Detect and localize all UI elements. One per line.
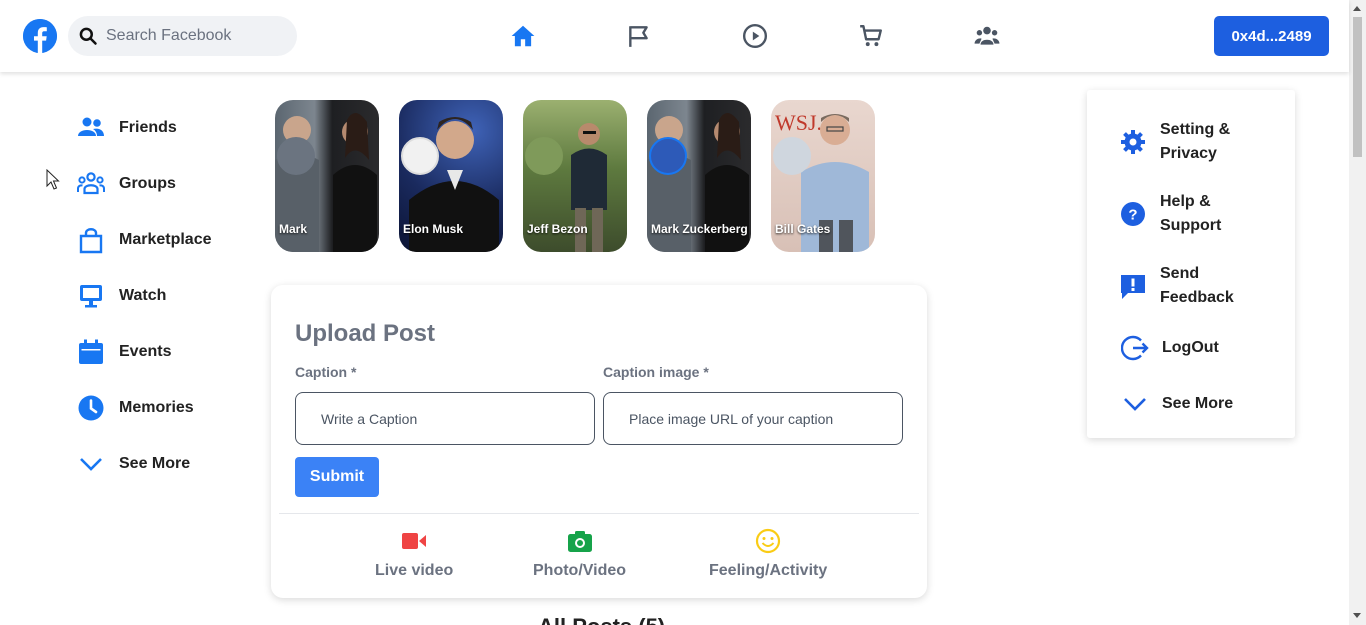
mouse-cursor-icon: [46, 169, 60, 190]
svg-text:WSJ.: WSJ.: [775, 110, 822, 135]
calendar-icon: [76, 337, 106, 367]
sidebar-item-friends[interactable]: Friends: [76, 113, 177, 143]
facebook-logo-icon[interactable]: [23, 19, 57, 53]
groups-icon[interactable]: [973, 22, 1001, 50]
upload-post-card: Upload Post Caption * Caption image * Su…: [271, 285, 927, 598]
caption-image-url-input[interactable]: [603, 392, 903, 445]
story-name: Mark: [279, 222, 308, 236]
photo-video-button[interactable]: Photo/Video: [533, 528, 626, 580]
live-video-button[interactable]: Live video: [375, 528, 453, 580]
story-avatar: [525, 137, 563, 175]
home-icon[interactable]: [509, 22, 537, 50]
search-icon: [79, 27, 97, 45]
story-name: Bill Gates: [775, 222, 831, 236]
all-posts-heading: All Posts (5): [538, 614, 665, 625]
bag-icon: [76, 225, 106, 255]
story-avatar: [773, 137, 811, 175]
menu-item-help-support[interactable]: ? Help & Support: [1118, 190, 1240, 238]
story-card[interactable]: Jeff Bezon: [523, 100, 627, 252]
clock-icon: [76, 393, 106, 423]
logout-icon: [1120, 333, 1150, 363]
sidebar-item-marketplace[interactable]: Marketplace: [76, 225, 212, 255]
menu-item-label: Setting & Privacy: [1160, 121, 1231, 162]
sidebar-item-events[interactable]: Events: [76, 337, 171, 367]
watch-play-icon[interactable]: [741, 22, 769, 50]
chevron-down-icon: [76, 449, 106, 479]
story-name: Jeff Bezon: [527, 222, 588, 236]
right-menu: Setting & Privacy ? Help & Support Send …: [1087, 90, 1295, 438]
camera-icon: [567, 531, 592, 552]
sidebar-item-see-more[interactable]: See More: [76, 449, 190, 479]
smile-icon: [756, 528, 781, 554]
submit-button[interactable]: Submit: [295, 457, 379, 497]
search-input[interactable]: [106, 27, 286, 45]
scroll-down-arrow-icon[interactable]: [1353, 613, 1361, 618]
gear-icon: [1118, 127, 1148, 157]
menu-item-setting-privacy[interactable]: Setting & Privacy: [1118, 118, 1240, 166]
sidebar-item-label: Marketplace: [119, 231, 212, 248]
menu-item-label: Help & Support: [1160, 193, 1222, 234]
story-name: Elon Musk: [403, 222, 464, 236]
feedback-icon: [1118, 271, 1148, 301]
story-card[interactable]: WSJ. Bill Gates: [771, 100, 875, 252]
sidebar-item-label: See More: [119, 455, 191, 472]
feeling-activity-button[interactable]: Feeling/Activity: [709, 528, 827, 580]
sidebar-item-memories[interactable]: Memories: [76, 393, 194, 423]
monitor-icon: [76, 281, 106, 311]
top-navigation-bar: 0x4d...2489: [0, 0, 1349, 72]
cart-icon[interactable]: [857, 22, 885, 50]
page-scrollbar[interactable]: [1349, 0, 1366, 625]
caption-input[interactable]: [295, 392, 595, 445]
sidebar-item-label: Friends: [119, 119, 177, 136]
story-card[interactable]: Elon Musk: [399, 100, 503, 252]
action-label: Photo/Video: [533, 562, 627, 579]
question-icon: ?: [1118, 199, 1148, 229]
menu-item-see-more[interactable]: See More: [1120, 389, 1242, 419]
menu-item-label: See More: [1162, 395, 1234, 412]
story-card[interactable]: Mark: [275, 100, 379, 252]
friends-icon: [76, 113, 106, 143]
sidebar-item-groups[interactable]: Groups: [76, 169, 176, 199]
sidebar-item-watch[interactable]: Watch: [76, 281, 166, 311]
video-camera-icon: [402, 533, 427, 549]
sidebar-item-label: Watch: [119, 287, 167, 304]
svg-text:?: ?: [1128, 207, 1137, 224]
story-avatar: [277, 137, 315, 175]
groups-icon: [76, 169, 106, 199]
scroll-up-arrow-icon[interactable]: [1353, 6, 1361, 11]
search-box[interactable]: [68, 16, 297, 56]
caption-image-label: Caption image *: [603, 364, 709, 380]
menu-item-label: LogOut: [1162, 339, 1219, 356]
menu-item-send-feedback[interactable]: Send Feedback: [1118, 262, 1240, 310]
menu-item-logout[interactable]: LogOut: [1120, 333, 1242, 363]
divider: [279, 513, 919, 514]
flag-icon[interactable]: [625, 22, 653, 50]
story-card[interactable]: Mark Zuckerberg: [647, 100, 751, 252]
story-avatar: [649, 137, 687, 175]
story-avatar: [401, 137, 439, 175]
sidebar-item-label: Memories: [119, 399, 194, 416]
caption-label: Caption *: [295, 364, 357, 380]
action-label: Live video: [375, 562, 454, 579]
sidebar-item-label: Events: [119, 343, 172, 360]
upload-post-title: Upload Post: [295, 320, 436, 347]
wallet-address-button[interactable]: 0x4d...2489: [1214, 16, 1329, 56]
menu-item-label: Send Feedback: [1160, 265, 1234, 306]
chevron-down-icon: [1120, 389, 1150, 419]
scroll-thumb[interactable]: [1353, 17, 1362, 157]
sidebar-item-label: Groups: [119, 175, 176, 192]
action-label: Feeling/Activity: [709, 562, 828, 579]
story-name: Mark Zuckerberg: [651, 222, 748, 236]
